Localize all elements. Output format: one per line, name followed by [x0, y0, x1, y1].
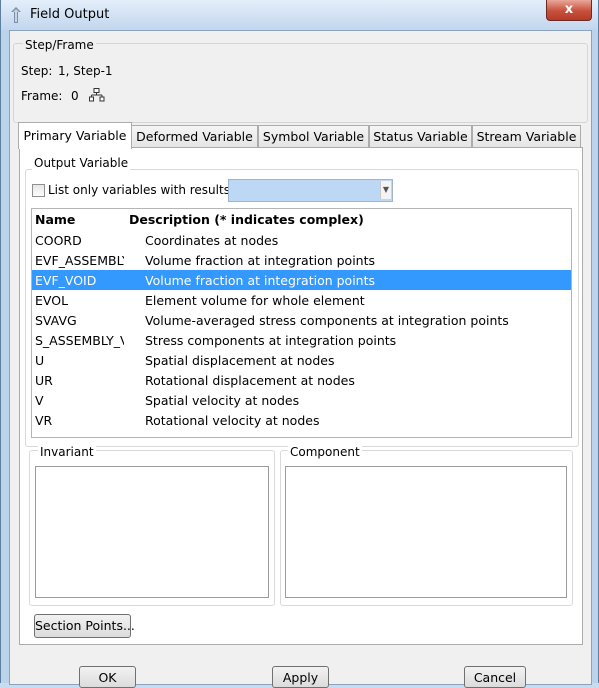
column-header-name[interactable]: Name	[35, 212, 75, 227]
dialog-window: Field Output x Step/Frame Step: 1, Step-…	[0, 0, 599, 688]
row-description: Element volume for whole element	[145, 293, 365, 308]
variable-table[interactable]: Name Description (* indicates complex) C…	[31, 208, 572, 438]
row-description: Coordinates at nodes	[145, 233, 279, 248]
table-row-selected[interactable]: EVF_VOID Volume fraction at integration …	[32, 270, 571, 290]
list-only-checkbox[interactable]	[32, 184, 45, 197]
row-name: V	[35, 393, 44, 408]
ok-button[interactable]: OK	[79, 666, 136, 688]
row-description: Stress components at integration points	[145, 333, 397, 348]
row-name: S_ASSEMBLY_V	[35, 333, 124, 348]
apply-button[interactable]: Apply	[272, 666, 329, 688]
output-variable-group-title: Output Variable	[32, 156, 131, 170]
row-name: EVF_VOID	[35, 273, 97, 288]
step-frame-group-title: Step/Frame	[23, 38, 96, 52]
table-row[interactable]: UR Rotational displacement at nodes	[32, 370, 571, 390]
app-icon	[11, 7, 21, 23]
row-name: COORD	[35, 233, 82, 248]
results-filter-combo[interactable]: ▼	[228, 179, 393, 202]
row-description: Volume fraction at integration points	[145, 273, 376, 288]
row-description: Rotational displacement at nodes	[145, 373, 355, 388]
table-row[interactable]: U Spatial displacement at nodes	[32, 350, 571, 370]
list-only-label: List only variables with results:	[48, 183, 234, 197]
row-description: Spatial displacement at nodes	[145, 353, 335, 368]
tab-primary-variable[interactable]: Primary Variable	[18, 122, 132, 149]
invariant-list[interactable]	[35, 466, 269, 598]
row-name: EVOL	[35, 293, 69, 308]
row-description: Volume-averaged stress components at int…	[145, 313, 509, 328]
table-row[interactable]: EVF_ASSEMBLY Volume fraction at integrat…	[32, 250, 571, 270]
window-title: Field Output	[30, 7, 110, 22]
component-list[interactable]	[285, 466, 567, 598]
step-frame-group	[13, 43, 588, 123]
table-row[interactable]: COORD Coordinates at nodes	[32, 230, 571, 250]
invariant-group-title: Invariant	[38, 445, 96, 459]
row-name: UR	[35, 373, 53, 388]
row-name: U	[35, 353, 45, 368]
tree-icon[interactable]	[89, 88, 105, 102]
tab-status-variable[interactable]: Status Variable	[369, 125, 472, 148]
table-row[interactable]: VR Rotational velocity at nodes	[32, 410, 571, 430]
row-name: VR	[35, 413, 53, 428]
table-row[interactable]: SVAVG Volume-averaged stress components …	[32, 310, 571, 330]
tab-symbol-variable[interactable]: Symbol Variable	[258, 125, 369, 148]
close-button[interactable]: x	[546, 0, 592, 21]
table-row[interactable]: V Spatial velocity at nodes	[32, 390, 571, 410]
row-name: SVAVG	[35, 313, 77, 328]
frame-label: Frame:	[21, 89, 63, 103]
cancel-button[interactable]: Cancel	[464, 666, 526, 688]
row-description: Volume fraction at integration points	[145, 253, 376, 268]
row-name: EVF_ASSEMBLY	[35, 253, 124, 268]
tab-stream-variable[interactable]: Stream Variable	[472, 125, 581, 148]
column-header-description[interactable]: Description (* indicates complex)	[129, 212, 364, 227]
section-points-button[interactable]: Section Points...	[34, 614, 135, 638]
close-icon: x	[564, 2, 574, 17]
chevron-down-icon[interactable]: ▼	[380, 181, 391, 199]
row-description: Rotational velocity at nodes	[145, 413, 320, 428]
table-row[interactable]: EVOL Element volume for whole element	[32, 290, 571, 310]
step-value: 1, Step-1	[58, 64, 113, 78]
component-group-title: Component	[288, 445, 362, 459]
table-row[interactable]: S_ASSEMBLY_V Stress components at integr…	[32, 330, 571, 350]
frame-value: 0	[71, 89, 79, 103]
step-label: Step:	[21, 64, 53, 78]
row-description: Spatial velocity at nodes	[145, 393, 300, 408]
title-bar[interactable]: Field Output x	[1, 0, 598, 30]
tab-deformed-variable[interactable]: Deformed Variable	[131, 125, 258, 148]
